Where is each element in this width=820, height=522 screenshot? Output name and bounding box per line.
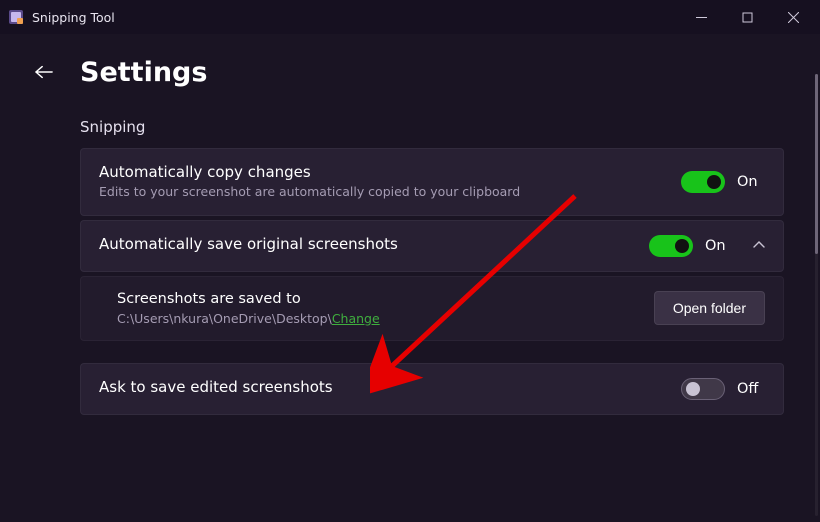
chevron-up-icon[interactable] <box>753 236 765 255</box>
toggle-ask-save[interactable] <box>681 378 725 400</box>
back-button[interactable] <box>26 54 62 90</box>
titlebar: Snipping Tool <box>0 0 820 34</box>
setting-ask-save[interactable]: Ask to save edited screenshots Off <box>80 363 784 415</box>
app-title: Snipping Tool <box>32 10 115 25</box>
setting-title: Automatically save original screenshots <box>99 235 649 253</box>
scrollbar-thumb[interactable] <box>815 74 818 254</box>
toggle-auto-save[interactable] <box>649 235 693 257</box>
setting-auto-copy[interactable]: Automatically copy changes Edits to your… <box>80 148 784 216</box>
setting-title: Automatically copy changes <box>99 163 681 181</box>
page-header: Settings <box>26 54 786 90</box>
save-location-path: C:\Users\nkura\OneDrive\Desktop\ <box>117 311 332 326</box>
save-location-title: Screenshots are saved to <box>117 291 654 307</box>
setting-title: Ask to save edited screenshots <box>99 378 681 396</box>
setting-auto-save[interactable]: Automatically save original screenshots … <box>80 220 784 272</box>
app-icon <box>8 9 24 25</box>
setting-subtitle: Edits to your screenshot are automatical… <box>99 184 681 201</box>
maximize-button[interactable] <box>724 1 770 33</box>
page-title: Settings <box>80 57 207 88</box>
section-label: Snipping <box>80 118 786 136</box>
open-folder-button[interactable]: Open folder <box>654 291 765 325</box>
window-controls <box>678 1 816 33</box>
change-link[interactable]: Change <box>332 311 380 326</box>
minimize-button[interactable] <box>678 1 724 33</box>
content-area: Settings Snipping Automatically copy cha… <box>0 34 820 522</box>
toggle-state-label: Off <box>737 381 765 397</box>
toggle-state-label: On <box>705 238 733 254</box>
toggle-auto-copy[interactable] <box>681 171 725 193</box>
setting-save-location: Screenshots are saved to C:\Users\nkura\… <box>80 276 784 341</box>
close-button[interactable] <box>770 1 816 33</box>
toggle-state-label: On <box>737 174 765 190</box>
scrollbar[interactable] <box>815 74 818 516</box>
